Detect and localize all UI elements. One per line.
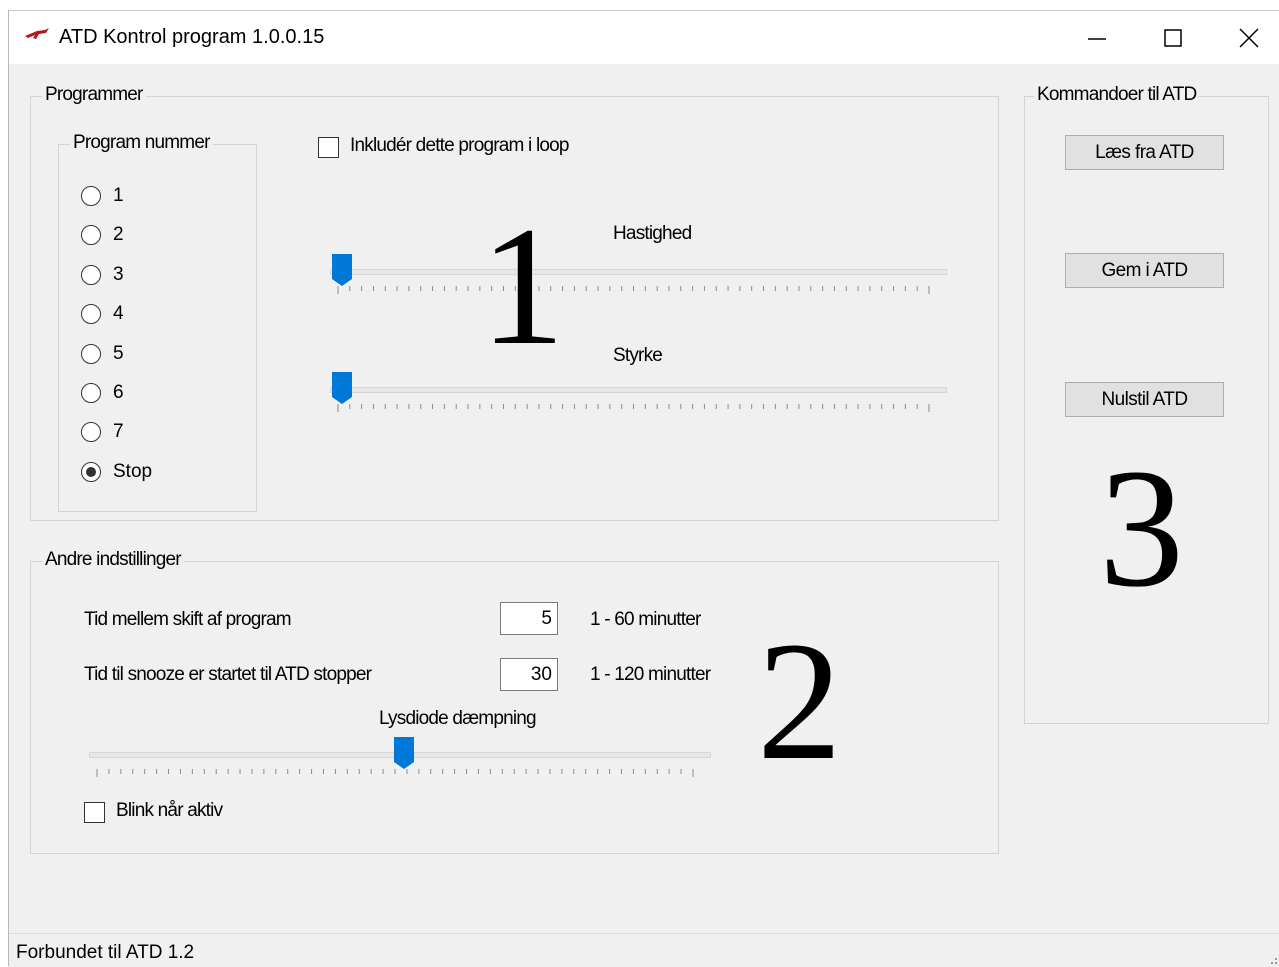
hastighed-slider[interactable] xyxy=(330,253,947,305)
radio-circle xyxy=(81,461,101,482)
annotation-marker-3: 3 xyxy=(1099,434,1184,622)
andre-indstillinger-group: Andre indstillinger Tid mellem skift af … xyxy=(30,549,999,854)
loop-checkbox-label: Inkludér dette program i loop xyxy=(350,135,569,156)
blink-checkbox[interactable] xyxy=(84,802,105,823)
gem-i-atd-button[interactable]: Gem i ATD xyxy=(1065,253,1224,288)
nulstil-atd-button[interactable]: Nulstil ATD xyxy=(1065,382,1224,417)
loop-checkbox[interactable] xyxy=(318,137,339,158)
lysdiode-label: Lysdiode dæmpning xyxy=(379,708,537,729)
slider-thumb[interactable] xyxy=(393,736,415,770)
snooze-input[interactable]: 30 xyxy=(500,658,558,691)
radio-label: 5 xyxy=(113,342,124,364)
hastighed-label: Hastighed xyxy=(613,223,692,244)
maximize-button[interactable] xyxy=(1135,11,1211,64)
main-window: ATD Kontrol program 1.0.0.15 Programmer … xyxy=(8,10,1279,967)
title-bar: ATD Kontrol program 1.0.0.15 xyxy=(9,11,1279,64)
laes-fra-atd-button[interactable]: Læs fra ATD xyxy=(1065,135,1224,170)
snooze-label: Tid til snooze er startet til ATD stoppe… xyxy=(84,664,372,685)
app-logo-icon xyxy=(25,28,49,39)
styrke-label: Styrke xyxy=(613,345,663,366)
status-text: Forbundet til ATD 1.2 xyxy=(16,942,195,963)
radio-circle xyxy=(81,186,101,206)
snooze-range-label: 1 - 120 minutter xyxy=(590,664,711,685)
close-button[interactable] xyxy=(1211,11,1279,64)
slider-track xyxy=(330,387,947,393)
skift-range-label: 1 - 60 minutter xyxy=(590,609,701,630)
radio-circle xyxy=(81,304,101,325)
slider-track xyxy=(330,269,947,275)
status-bar: Forbundet til ATD 1.2 xyxy=(9,933,1279,967)
slider-thumb[interactable] xyxy=(331,371,353,405)
slider-ticks xyxy=(337,286,930,294)
andre-indstillinger-legend: Andre indstillinger xyxy=(42,549,184,571)
radio-label: Stop xyxy=(113,460,153,482)
styrke-slider[interactable] xyxy=(330,371,947,423)
radio-circle xyxy=(81,422,101,443)
radio-label: 6 xyxy=(113,382,124,403)
radio-label: 7 xyxy=(113,421,124,443)
maximize-icon xyxy=(1164,29,1182,47)
skift-input[interactable]: 5 xyxy=(500,602,558,635)
slider-ticks xyxy=(337,404,930,412)
resize-grip-icon[interactable] xyxy=(1266,953,1278,965)
radio-circle xyxy=(81,383,101,403)
radio-circle xyxy=(81,343,101,364)
radio-circle xyxy=(81,264,101,285)
radio-label: 2 xyxy=(113,224,124,246)
radio-circle xyxy=(81,225,101,246)
minimize-button[interactable] xyxy=(1059,11,1135,64)
close-icon xyxy=(1239,28,1259,48)
radio-label: 4 xyxy=(113,303,124,325)
kommandoer-group: Kommandoer til ATD Læs fra ATD Gem i ATD… xyxy=(1024,84,1269,724)
window-title: ATD Kontrol program 1.0.0.15 xyxy=(59,26,325,48)
programmer-group: Programmer Program nummer 1 2 3 4 5 6 7 Stop In… xyxy=(30,84,999,521)
slider-ticks xyxy=(96,769,694,777)
programmer-legend: Programmer xyxy=(42,84,146,106)
radio-label: 3 xyxy=(113,263,124,285)
annotation-marker-2: 2 xyxy=(757,607,842,795)
radio-label: 1 xyxy=(113,185,124,206)
radio-selected-dot xyxy=(86,466,96,477)
annotation-marker-1: 1 xyxy=(480,192,565,380)
program-nummer-legend: Program nummer xyxy=(70,132,213,154)
slider-thumb[interactable] xyxy=(331,253,353,287)
minimize-icon xyxy=(1088,38,1106,40)
kommandoer-legend: Kommandoer til ATD xyxy=(1034,84,1200,106)
skift-label: Tid mellem skift af program xyxy=(84,609,292,630)
lysdiode-slider[interactable] xyxy=(89,736,711,788)
program-nummer-group: Program nummer 1 2 3 4 5 6 7 Stop xyxy=(58,132,257,512)
blink-checkbox-label: Blink når aktiv xyxy=(116,800,223,821)
